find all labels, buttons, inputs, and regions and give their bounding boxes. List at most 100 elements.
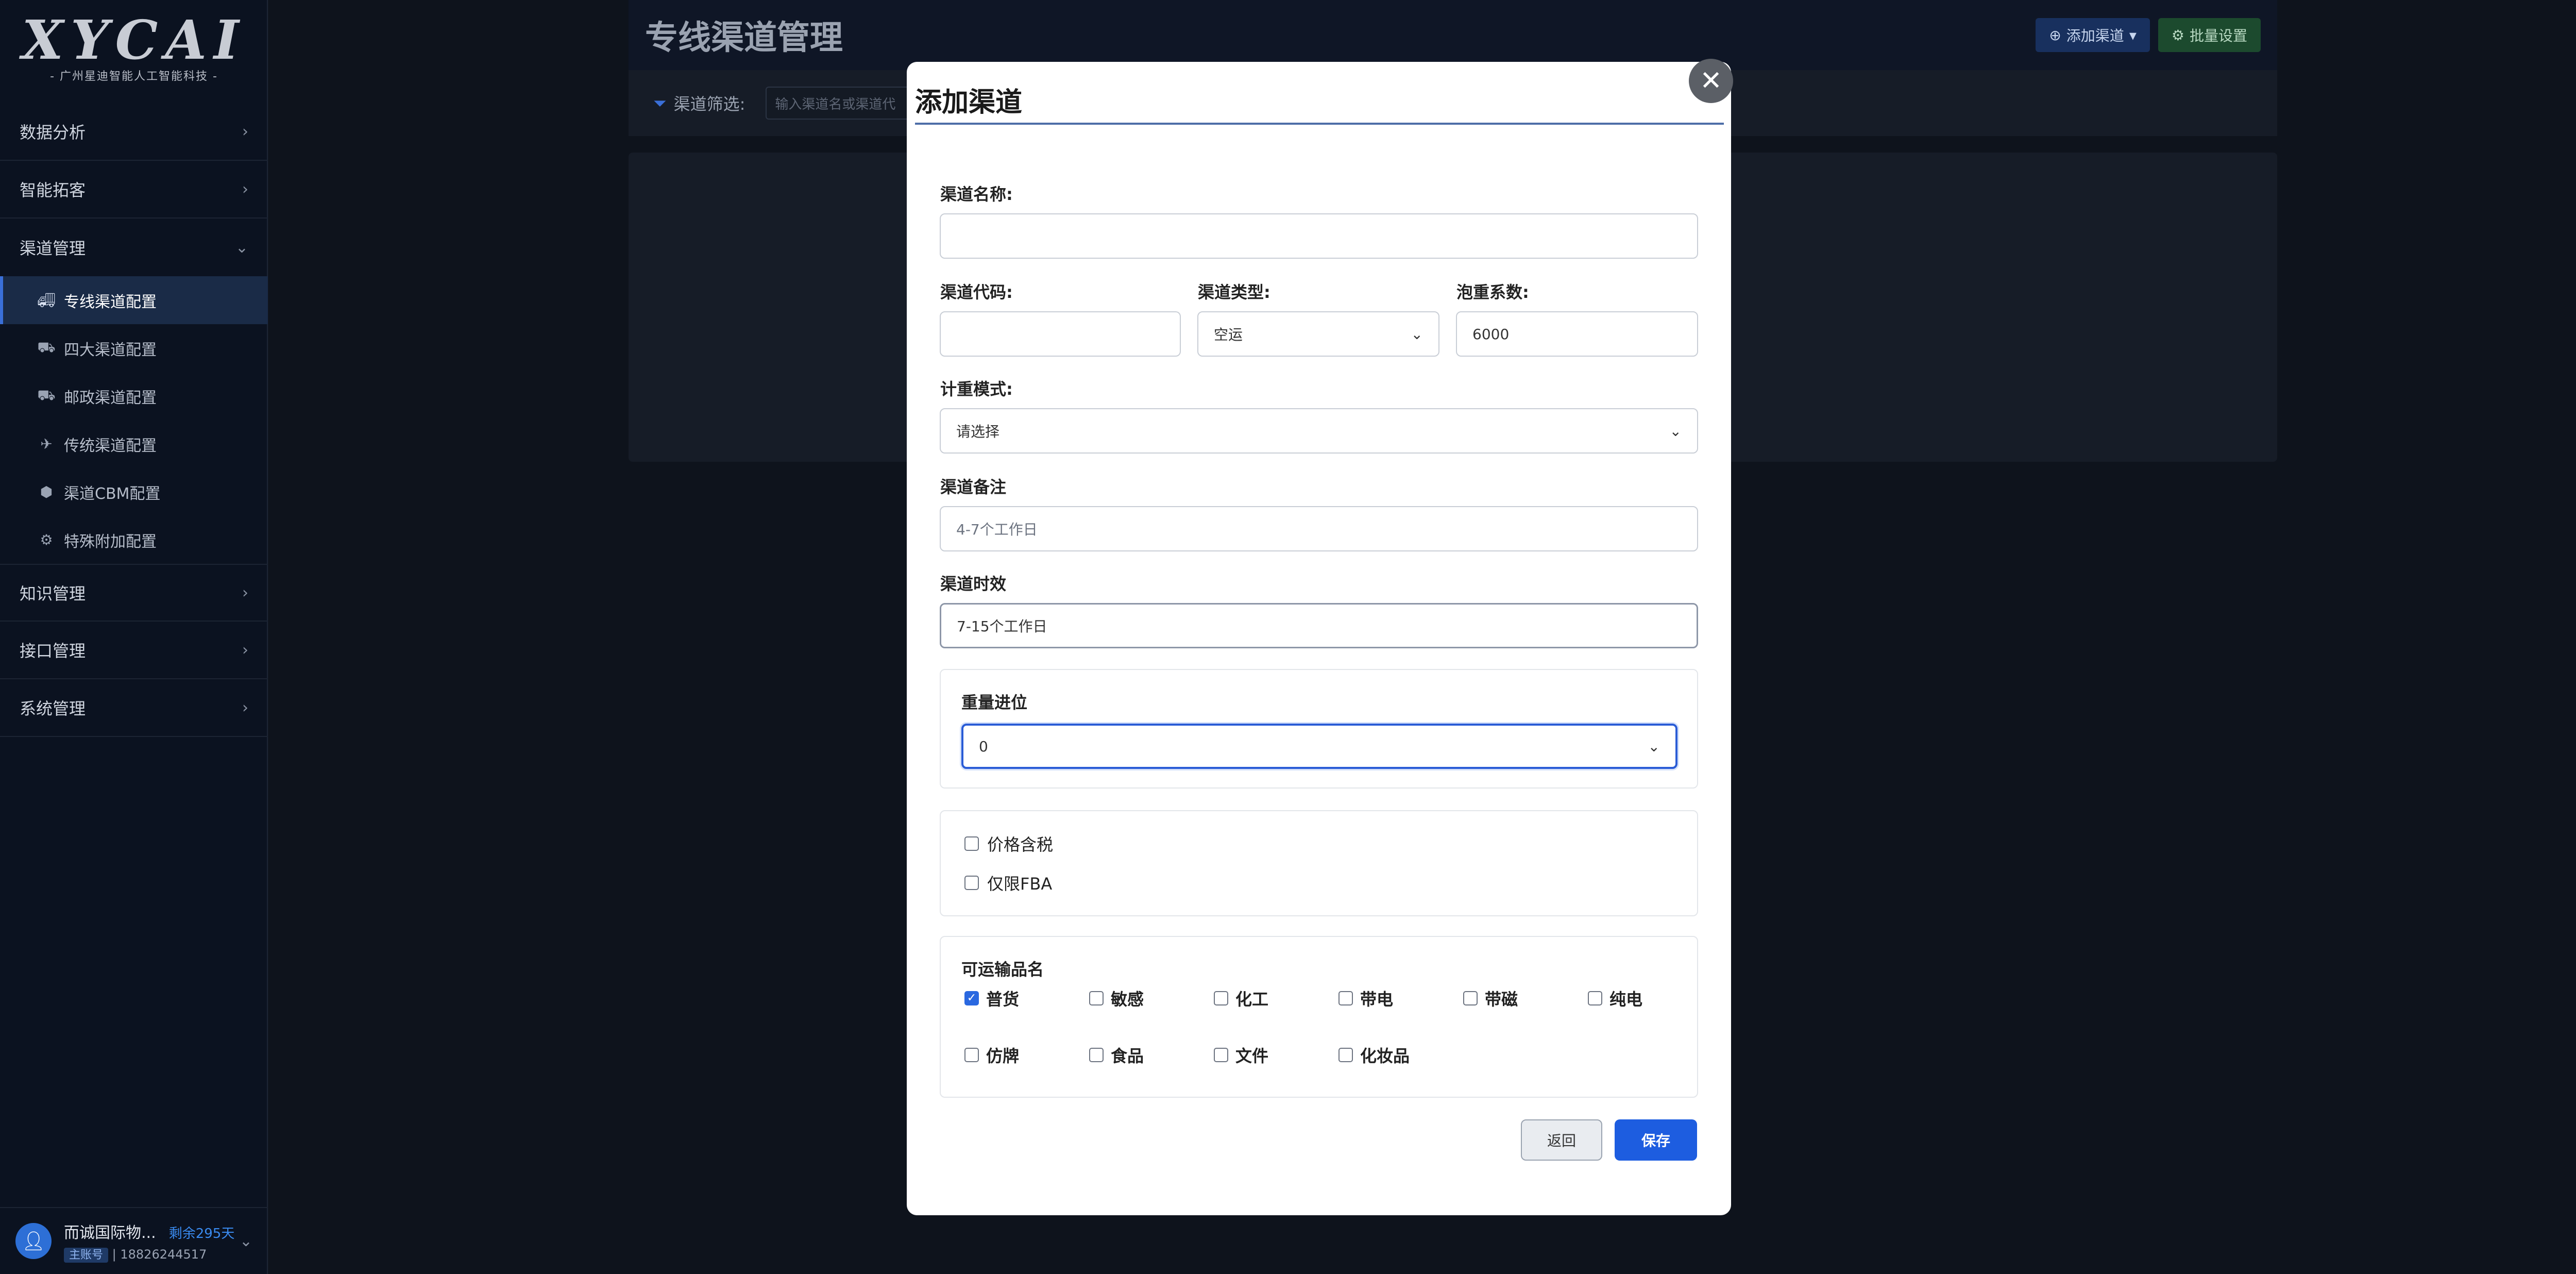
user-profile[interactable]: 👤︎ 而诚国际物... 剩余295天 主账号 | 18826244517 ⌄: [0, 1207, 268, 1274]
cargo-battery-checkbox[interactable]: [1338, 991, 1353, 1005]
nav-item-channel-management[interactable]: 渠道管理 ⌄: [0, 219, 268, 276]
cargo-food-checkbox[interactable]: [1089, 1048, 1104, 1062]
cargo-option-sensitive[interactable]: 敏感: [1089, 986, 1144, 1010]
cargo-types-label: 可运输品名: [961, 960, 1044, 979]
channel-name-input[interactable]: [940, 213, 1698, 259]
cargo-sensitive-checkbox[interactable]: [1089, 991, 1104, 1005]
modal-title: 添加渠道: [915, 80, 1724, 125]
channel-remark-input[interactable]: 4-7个工作日: [940, 506, 1698, 551]
sidebar-item-special-surcharge[interactable]: ⚙ 特殊附加配置: [0, 516, 268, 564]
fba-only-checkbox[interactable]: [964, 876, 979, 890]
channel-name-label: 渠道名称:: [940, 185, 1013, 204]
sidebar-item-dedicated-channel[interactable]: 🚚︎ 专线渠道配置: [0, 276, 268, 324]
chevron-right-icon: ›: [242, 641, 248, 659]
sidebar-item-big-four-channel[interactable]: ⛟ 四大渠道配置: [0, 324, 268, 372]
weight-rounding-select[interactable]: 0 ⌄: [961, 724, 1677, 769]
remaining-days: 剩余295天: [168, 1226, 235, 1242]
user-name: 而诚国际物...: [64, 1224, 156, 1242]
chevron-down-icon: ⌄: [239, 1232, 252, 1250]
cargo-option-chemical[interactable]: 化工: [1214, 986, 1268, 1010]
weight-rounding-label: 重量进位: [961, 693, 1028, 712]
user-avatar-icon: 👤︎: [15, 1223, 52, 1259]
sidebar-item-traditional-channel[interactable]: ✈ 传统渠道配置: [0, 420, 268, 468]
channel-code-input[interactable]: [940, 311, 1181, 357]
channel-type-select[interactable]: 空运 ⌄: [1197, 311, 1439, 357]
batch-settings-button[interactable]: ⚙ 批量设置: [2158, 18, 2261, 52]
sidebar-item-channel-cbm[interactable]: ⬢ 渠道CBM配置: [0, 468, 268, 516]
page-title: 专线渠道管理: [645, 19, 843, 57]
weight-mode-select[interactable]: 请选择 ⌄: [940, 408, 1698, 454]
cargo-option-general[interactable]: ✓ 普货: [964, 986, 1019, 1010]
weight-mode-label: 计重模式:: [940, 379, 1013, 399]
channel-type-label: 渠道类型:: [1198, 282, 1270, 302]
nav-item-label: 知识管理: [20, 584, 86, 604]
cargo-label: 文件: [1235, 1046, 1269, 1066]
channel-timeliness-label: 渠道时效: [940, 574, 1007, 594]
box-icon: ⬢: [40, 483, 53, 500]
truck-fast-icon: ⛟: [37, 339, 56, 356]
sidebar-item-label: 专线渠道配置: [64, 293, 157, 311]
nav-item-data-analysis[interactable]: 数据分析 ›: [0, 103, 268, 161]
user-phone: 18826244517: [120, 1247, 207, 1262]
cargo-option-magnetic[interactable]: 带磁: [1463, 986, 1518, 1010]
back-button[interactable]: 返回: [1521, 1119, 1602, 1161]
separator: |: [112, 1247, 121, 1262]
nav-item-label: 渠道管理: [20, 239, 86, 258]
options-section: 价格含税 仅限FBA: [940, 810, 1698, 916]
chevron-right-icon: ›: [242, 698, 248, 717]
nav-item-api[interactable]: 接口管理 ›: [0, 622, 268, 679]
channel-filter-input[interactable]: 输入渠道名或渠道代: [766, 87, 910, 120]
volumetric-factor-label: 泡重系数:: [1456, 282, 1529, 302]
gear-icon: ⚙: [2171, 26, 2184, 44]
cargo-option-food[interactable]: 食品: [1089, 1043, 1144, 1067]
truck-icon: 🚚︎: [37, 292, 56, 309]
cargo-label: 带磁: [1485, 990, 1518, 1009]
filter-label: 渠道筛选:: [673, 94, 745, 114]
cargo-option-cosmetics[interactable]: 化妆品: [1338, 1043, 1410, 1067]
cargo-option-pure-battery[interactable]: 纯电: [1588, 986, 1642, 1010]
caret-down-icon: ▾: [2129, 26, 2137, 44]
price-includes-tax-option[interactable]: 价格含税: [964, 832, 1053, 856]
cargo-documents-checkbox[interactable]: [1214, 1048, 1228, 1062]
chevron-right-icon: ›: [242, 180, 248, 198]
gear-icon: ⚙: [40, 531, 53, 548]
nav-item-label: 接口管理: [20, 641, 86, 661]
cargo-label: 敏感: [1111, 990, 1144, 1009]
cargo-option-battery[interactable]: 带电: [1338, 986, 1393, 1010]
weight-rounding-value: 0: [979, 737, 988, 755]
cargo-pure-battery-checkbox[interactable]: [1588, 991, 1602, 1005]
page-header: 专线渠道管理 ⊕ 添加渠道 ▾ ⚙ 批量设置: [629, 0, 2277, 70]
cargo-option-documents[interactable]: 文件: [1214, 1043, 1268, 1067]
cargo-general-checkbox[interactable]: ✓: [964, 991, 979, 1005]
cargo-label: 化妆品: [1360, 1046, 1410, 1066]
price-includes-tax-checkbox[interactable]: [964, 836, 979, 851]
chevron-right-icon: ›: [242, 122, 248, 141]
cargo-magnetic-checkbox[interactable]: [1463, 991, 1478, 1005]
cargo-chemical-checkbox[interactable]: [1214, 991, 1228, 1005]
fba-only-option[interactable]: 仅限FBA: [964, 871, 1052, 895]
nav-item-knowledge[interactable]: 知识管理 ›: [0, 564, 268, 622]
channel-timeliness-input[interactable]: 7-15个工作日: [940, 603, 1698, 648]
cargo-option-replica[interactable]: 仿牌: [964, 1043, 1019, 1067]
truck-fast-icon: ⛟: [37, 387, 56, 404]
nav-item-smart-leads[interactable]: 智能拓客 ›: [0, 161, 268, 219]
nav-item-label: 数据分析: [20, 123, 86, 142]
add-channel-button[interactable]: ⊕ 添加渠道 ▾: [2036, 18, 2150, 52]
filter-icon: ⏷: [653, 93, 667, 113]
chevron-right-icon: ›: [242, 583, 248, 602]
plane-icon: ✈: [40, 435, 53, 452]
channel-remark-label: 渠道备注: [940, 477, 1007, 497]
channel-remark-placeholder: 4-7个工作日: [956, 521, 1038, 538]
nav-item-system[interactable]: 系统管理 ›: [0, 679, 268, 737]
sidebar-item-label: 四大渠道配置: [64, 341, 157, 359]
cargo-cosmetics-checkbox[interactable]: [1338, 1048, 1353, 1062]
logo: XYCAI - 广州星迪智能人工智能科技 -: [0, 9, 268, 83]
cargo-label: 食品: [1111, 1046, 1144, 1066]
save-button[interactable]: 保存: [1615, 1119, 1697, 1161]
price-includes-tax-label: 价格含税: [987, 835, 1054, 854]
role-badge: 主账号: [64, 1248, 109, 1263]
volumetric-factor-input[interactable]: 6000: [1456, 311, 1698, 357]
cargo-replica-checkbox[interactable]: [964, 1048, 979, 1062]
sidebar-item-postal-channel[interactable]: ⛟ 邮政渠道配置: [0, 372, 268, 420]
nav-item-label: 智能拓客: [20, 180, 86, 200]
